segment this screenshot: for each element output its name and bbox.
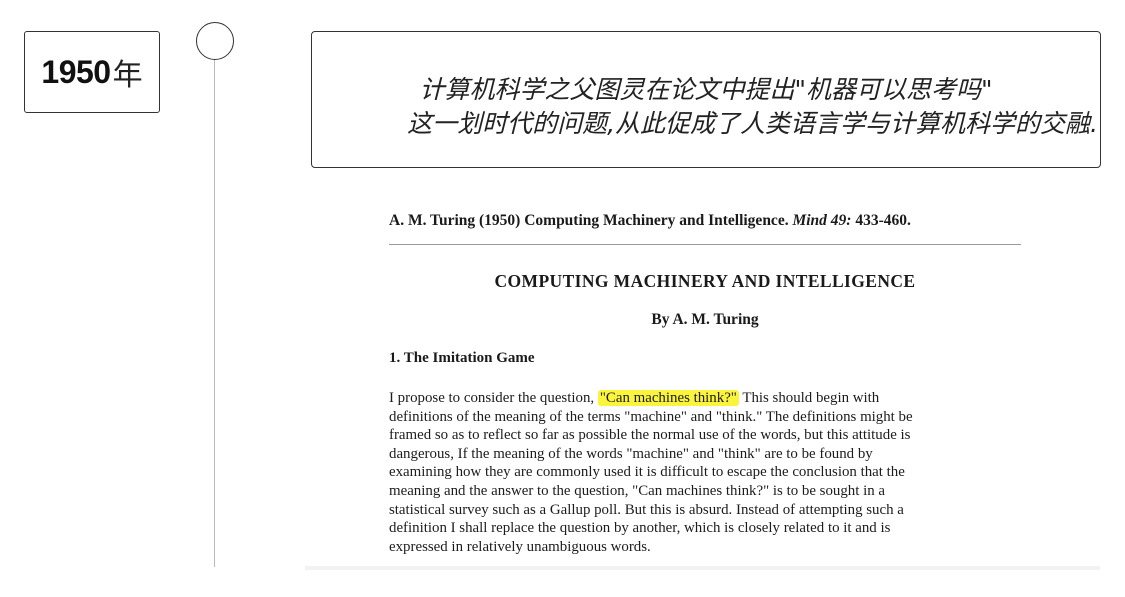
body-line: expressed in relatively unambiguous word… (389, 538, 651, 555)
year-suffix: 年 (112, 58, 143, 93)
paper-citation: A. M. Turing (1950) Computing Machinery … (389, 212, 911, 230)
paper-body: I propose to consider the question, "Can… (389, 389, 1089, 556)
caption-line-2: 这一划时代的问题,从此促成了人类语言学与计算机科学的交融. (407, 109, 1098, 138)
paper-excerpt: A. M. Turing (1950) Computing Machinery … (305, 190, 1100, 570)
timeline-node (196, 22, 234, 60)
citation-main: A. M. Turing (1950) Computing Machinery … (389, 212, 793, 229)
citation-pages: 433-460. (851, 212, 911, 229)
body-line: I propose to consider the question, "Can… (389, 389, 1089, 408)
body-line: definitions of the meaning of the terms … (389, 408, 913, 425)
body-line: meaning and the answer to the question, … (389, 482, 886, 499)
section-heading: 1. The Imitation Game (389, 350, 535, 366)
body-line: dangerous, If the meaning of the words "… (389, 445, 873, 462)
caption-box: 计算机科学之父图灵在论文中提出"机器可以思考吗" 这一划时代的问题,从此促成了人… (311, 31, 1101, 168)
timeline-line (214, 60, 215, 567)
caption-line-1: 计算机科学之父图灵在论文中提出"机器可以思考吗" (419, 75, 993, 104)
body-line: examining how they are commonly used it … (389, 464, 905, 481)
highlighted-question: "Can machines think?" (597, 390, 739, 406)
citation-journal: Mind 49: (792, 212, 852, 229)
body-line-1-start: I propose to consider the question, (389, 390, 598, 406)
citation-divider (389, 244, 1021, 245)
body-line: framed so as to reflect so far as possib… (389, 427, 911, 444)
paper-title: COMPUTING MACHINERY AND INTELLIGENCE (494, 271, 916, 291)
body-line-1-end: This should begin with (738, 390, 880, 406)
year-badge: 1950 年 (24, 31, 160, 113)
paper-byline: By A. M. Turing (651, 311, 759, 328)
body-line: definition I shall replace the question … (389, 520, 891, 537)
body-line: statistical survey such as a Gallup poll… (389, 501, 904, 518)
year-number: 1950 (41, 53, 111, 90)
